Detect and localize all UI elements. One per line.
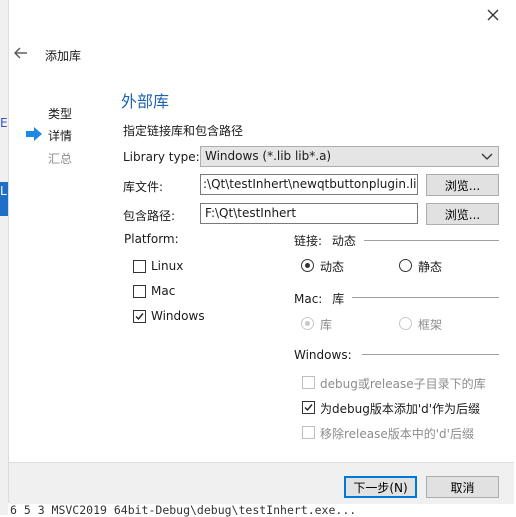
windows-remove-suffix-label: 移除release版本中的'd'后缀 xyxy=(320,427,474,441)
platform-group-title: Platform: xyxy=(124,232,179,246)
library-file-label: 库文件: xyxy=(123,180,164,194)
next-button[interactable]: 下一步(N) xyxy=(344,476,417,498)
chevron-down-icon xyxy=(481,153,493,160)
include-path-label: 包含路径: xyxy=(123,209,176,223)
mac-library-label: 库 xyxy=(320,318,333,332)
sidebar-item-type: 类型 xyxy=(48,107,73,121)
library-type-select[interactable]: Windows (*.lib lib*.a) xyxy=(200,146,499,167)
platform-mac-checkbox[interactable] xyxy=(133,285,146,298)
linkage-title-value: 动态 xyxy=(331,234,356,248)
linkage-static-radio[interactable] xyxy=(399,259,412,272)
library-file-browse-button[interactable]: 浏览... xyxy=(426,174,499,196)
close-icon xyxy=(487,9,499,21)
back-button[interactable] xyxy=(12,45,30,61)
page-heading: 外部库 xyxy=(121,92,170,111)
linkage-title: 链接: xyxy=(294,234,323,248)
background-text-l: L xyxy=(0,184,7,198)
windows-subdir-checkbox[interactable] xyxy=(302,376,315,389)
linkage-dynamic-radio[interactable] xyxy=(301,259,314,272)
platform-linux-checkbox[interactable] xyxy=(133,260,146,273)
mac-title: Mac: xyxy=(294,292,323,306)
include-path-browse-button[interactable]: 浏览... xyxy=(426,203,499,225)
current-step-arrow-icon xyxy=(25,127,43,141)
background-window-strip xyxy=(0,0,8,515)
windows-subdir-label: debug或release子目录下的库 xyxy=(320,377,486,391)
mac-group-title: Mac: 库 xyxy=(294,290,344,307)
dialog-title: 添加库 xyxy=(45,49,82,63)
mac-title-value: 库 xyxy=(332,292,345,306)
library-type-value: Windows (*.lib lib*.a) xyxy=(205,149,332,163)
background-text-e: E xyxy=(0,116,8,130)
linkage-group-title: 链接: 动态 xyxy=(294,232,356,249)
checkmark-icon xyxy=(135,313,144,321)
linkage-separator xyxy=(364,240,499,241)
linkage-static-label: 静态 xyxy=(418,260,443,274)
mac-library-radio[interactable] xyxy=(301,317,314,330)
sidebar-item-summary: 汇总 xyxy=(48,152,73,166)
mac-framework-radio[interactable] xyxy=(399,317,412,330)
mac-framework-label: 框架 xyxy=(418,318,443,332)
platform-mac-label: Mac xyxy=(151,284,176,298)
cancel-button[interactable]: 取消 xyxy=(426,476,499,498)
windows-group-title: Windows: xyxy=(294,348,352,362)
close-button[interactable] xyxy=(484,6,502,24)
sidebar-item-details: 详情 xyxy=(48,129,73,143)
linkage-dynamic-label: 动态 xyxy=(320,260,345,274)
platform-windows-label: Windows xyxy=(151,309,205,323)
include-path-input[interactable]: F:\Qt\testInhert xyxy=(200,203,418,224)
windows-debug-suffix-checkbox[interactable] xyxy=(302,401,315,414)
windows-separator xyxy=(362,354,499,355)
checkmark-icon xyxy=(304,404,313,412)
windows-remove-suffix-checkbox[interactable] xyxy=(302,426,315,439)
mac-separator xyxy=(352,297,499,298)
library-file-input[interactable]: :\Qt\testInhert\newqtbuttonplugin.lib xyxy=(200,174,418,195)
platform-linux-label: Linux xyxy=(151,259,184,273)
library-type-label: Library type: xyxy=(123,150,200,164)
back-arrow-icon xyxy=(14,47,27,59)
platform-windows-checkbox[interactable] xyxy=(133,310,146,323)
windows-debug-suffix-label: 为debug版本添加'd'作为后缀 xyxy=(320,402,481,416)
page-subheading: 指定链接库和包含路径 xyxy=(123,124,244,138)
